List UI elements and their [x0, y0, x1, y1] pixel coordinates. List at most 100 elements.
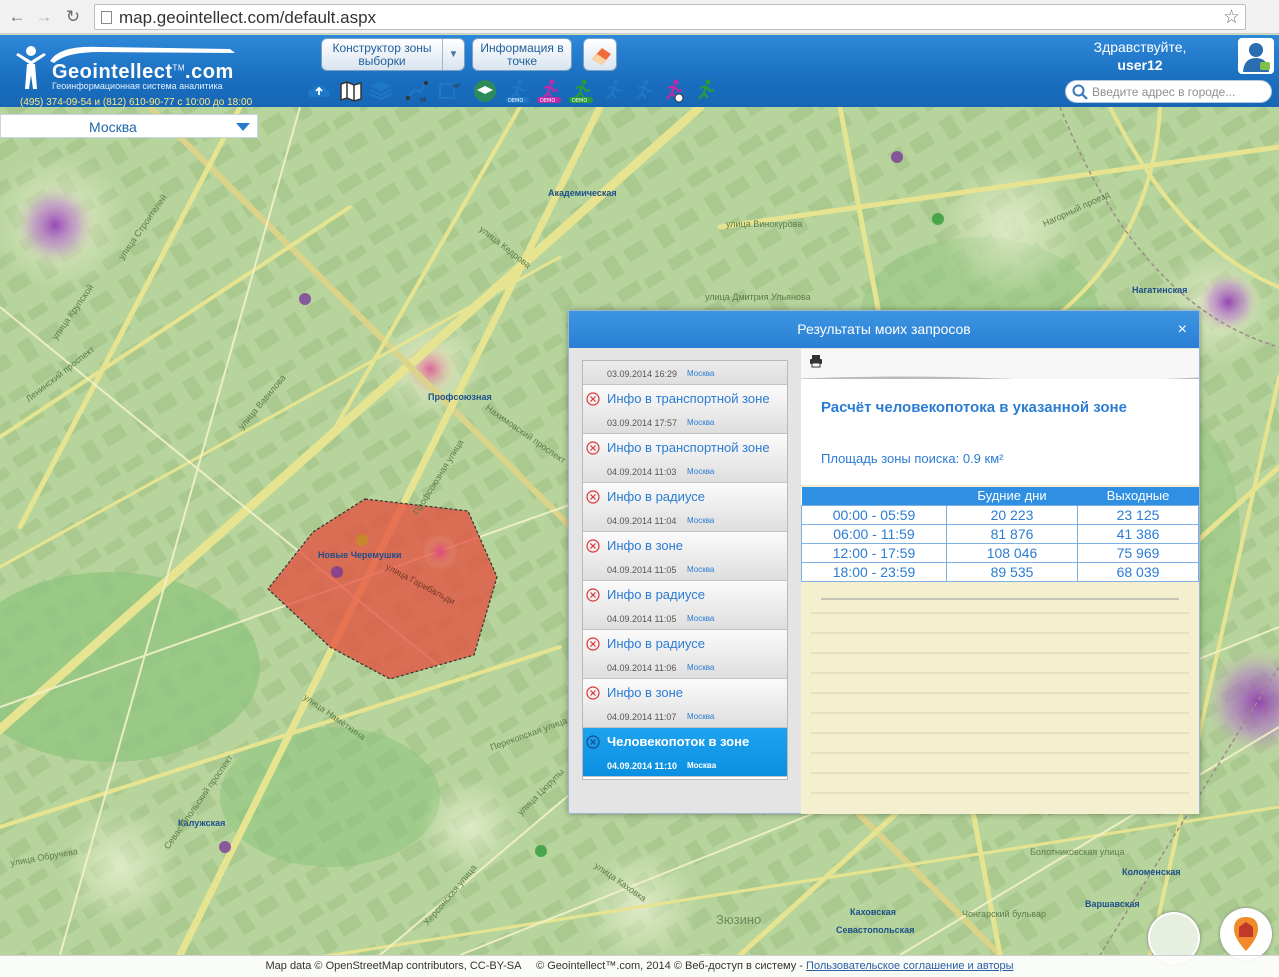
table-header-row: Будние дни Выходные — [801, 487, 1199, 505]
query-city: Москва — [687, 712, 715, 721]
map-label-district: Зюзино — [716, 912, 762, 927]
list-item[interactable]: Инфо в транспортной зоне 04.09.2014 11:0… — [583, 434, 787, 483]
reload-icon[interactable]: ↻ — [62, 6, 84, 28]
delete-icon[interactable] — [586, 490, 600, 504]
delete-icon[interactable] — [586, 637, 600, 651]
runner-demo-icon[interactable]: DEMO — [568, 78, 594, 104]
query-title: Инфо в зоне — [607, 538, 684, 553]
city-selector[interactable]: Москва — [0, 114, 258, 138]
query-city: Москва — [687, 369, 715, 378]
brand-suffix: .com — [185, 61, 234, 83]
query-history-list[interactable]: 03.09.2014 16:29 Москва Инфо в транспорт… — [582, 360, 788, 780]
chevron-down-icon[interactable] — [236, 123, 250, 131]
query-date: 04.09.2014 11:07 — [607, 712, 677, 722]
report-panel: Расчёт человекопотока в указанной зоне П… — [801, 349, 1199, 814]
query-city: Москва — [687, 663, 715, 672]
brand-tagline: Геоинформационная система аналитика — [52, 81, 223, 91]
area-measure-icon[interactable]: м² — [436, 78, 462, 104]
runner-icon[interactable] — [600, 78, 626, 104]
map-label-station: Севастопольская — [836, 925, 915, 935]
delete-icon[interactable] — [586, 539, 600, 553]
demo-badge: DEMO — [540, 98, 555, 104]
chevron-down-icon[interactable]: ▼ — [442, 39, 464, 70]
point-info-button[interactable]: Информация в точке — [472, 38, 572, 71]
bookmark-star-icon[interactable]: ☆ — [1223, 6, 1240, 29]
report-title: Расчёт человекопотока в указанной зоне — [821, 399, 1127, 416]
runner-demo-icon[interactable]: DEMO — [536, 78, 562, 104]
map-label-station: Профсоюзная — [428, 392, 492, 402]
column-header: Выходные — [1077, 487, 1199, 505]
query-title: Инфо в зоне — [607, 685, 684, 700]
eraser-button[interactable] — [583, 38, 617, 71]
runner-icon[interactable] — [692, 78, 718, 104]
map-label-street: Болотниковская улица — [1030, 847, 1125, 857]
dialog-title-bar[interactable]: Результаты моих запросов × — [569, 311, 1199, 348]
layers-icon[interactable] — [368, 78, 394, 104]
location-pin-button[interactable] — [1220, 908, 1272, 960]
runner-icon[interactable] — [630, 78, 656, 104]
weekday-cell: 81 876 — [946, 523, 1078, 544]
address-search[interactable] — [1065, 80, 1272, 103]
query-title: Инфо в радиусе — [607, 489, 705, 504]
time-range-cell: 18:00 - 23:59 — [801, 561, 947, 582]
query-city: Москва — [687, 467, 715, 476]
time-range-cell: 00:00 - 05:59 — [801, 504, 947, 525]
query-city: Москва — [687, 761, 717, 770]
close-icon[interactable]: × — [1178, 311, 1187, 348]
map-label-station: Варшавская — [1085, 899, 1140, 909]
delete-icon[interactable] — [586, 686, 600, 700]
delete-icon[interactable] — [586, 588, 600, 602]
user-agreement-link[interactable]: Пользовательское соглашение и авторы — [806, 960, 1013, 972]
app-header: GeointellectTM.com Геоинформационная сис… — [0, 35, 1279, 108]
ruler-distance-icon[interactable]: м — [404, 78, 430, 104]
forward-arrow-icon[interactable]: → — [33, 6, 55, 28]
delete-icon[interactable] — [586, 392, 600, 406]
map-label-station: Нагатинская — [1132, 285, 1188, 295]
runner-demo-icon[interactable]: DEMO — [504, 78, 530, 104]
back-arrow-icon[interactable]: ← — [6, 6, 28, 28]
print-icon[interactable] — [809, 354, 823, 368]
time-range-cell: 12:00 - 17:59 — [801, 542, 947, 563]
graduation-cap-icon[interactable] — [472, 78, 498, 104]
list-item[interactable]: Инфо в радиусе 04.09.2014 11:06 Москва — [583, 630, 787, 679]
point-info-label: Информация в точке — [480, 41, 564, 68]
dialog-title: Результаты моих запросов — [797, 321, 971, 337]
list-item[interactable]: Инфо в радиусе 04.09.2014 11:04 Москва — [583, 483, 787, 532]
brand-tm: TM — [172, 63, 186, 73]
avatar[interactable] — [1238, 38, 1274, 74]
runner-clock-icon[interactable] — [660, 78, 686, 104]
query-city: Москва — [687, 418, 715, 427]
query-date: 03.09.2014 17:57 — [607, 418, 678, 428]
url-text[interactable]: map.geointellect.com/default.aspx — [119, 8, 376, 28]
weekend-cell: 23 125 — [1077, 504, 1199, 525]
search-input[interactable] — [1092, 84, 1267, 100]
table-row: 06:00 - 11:59 81 876 41 386 — [801, 523, 1199, 544]
delete-icon[interactable] — [586, 441, 600, 455]
address-bar[interactable]: map.geointellect.com/default.aspx ☆ — [94, 4, 1246, 30]
zone-builder-button[interactable]: Конструктор зоны выборки ▼ — [321, 38, 465, 71]
list-item[interactable]: 03.09.2014 16:29 Москва — [583, 361, 787, 385]
map-label-street: улица Винокурова — [726, 219, 803, 229]
delete-icon[interactable] — [586, 735, 600, 749]
username[interactable]: user12 — [1080, 56, 1200, 74]
map-attribution: Map data © OpenStreetMap contributors, C… — [265, 960, 521, 972]
map-folded-icon[interactable] — [338, 78, 364, 104]
query-city: Москва — [687, 614, 715, 623]
map-toolbar: м м² DEMO DEMO DEMO — [306, 78, 726, 106]
list-item[interactable]: Инфо в зоне 04.09.2014 11:05 Москва — [583, 532, 787, 581]
cloud-upload-icon[interactable] — [306, 78, 332, 104]
query-title: Инфо в радиусе — [607, 636, 705, 651]
greeting: Здравствуйте, user12 — [1080, 38, 1200, 74]
list-item[interactable]: Инфо в радиусе 04.09.2014 11:05 Москва — [583, 581, 787, 630]
list-item[interactable]: Инфо в транспортной зоне 03.09.2014 17:5… — [583, 385, 787, 434]
query-date: 04.09.2014 11:05 — [607, 565, 677, 575]
search-icon[interactable] — [1072, 84, 1088, 100]
query-date: 03.09.2014 16:29 — [607, 369, 678, 379]
list-item-selected[interactable]: Человекопоток в зоне 04.09.2014 11:10 Мо… — [583, 728, 787, 777]
time-range-cell: 06:00 - 11:59 — [801, 523, 947, 544]
query-title: Инфо в радиусе — [607, 587, 705, 602]
list-item[interactable]: Инфо в зоне 04.09.2014 11:07 Москва — [583, 679, 787, 728]
zone-builder-label: Конструктор зоны выборки — [332, 41, 432, 68]
weekend-cell: 75 969 — [1077, 542, 1199, 563]
page-icon — [101, 11, 112, 24]
